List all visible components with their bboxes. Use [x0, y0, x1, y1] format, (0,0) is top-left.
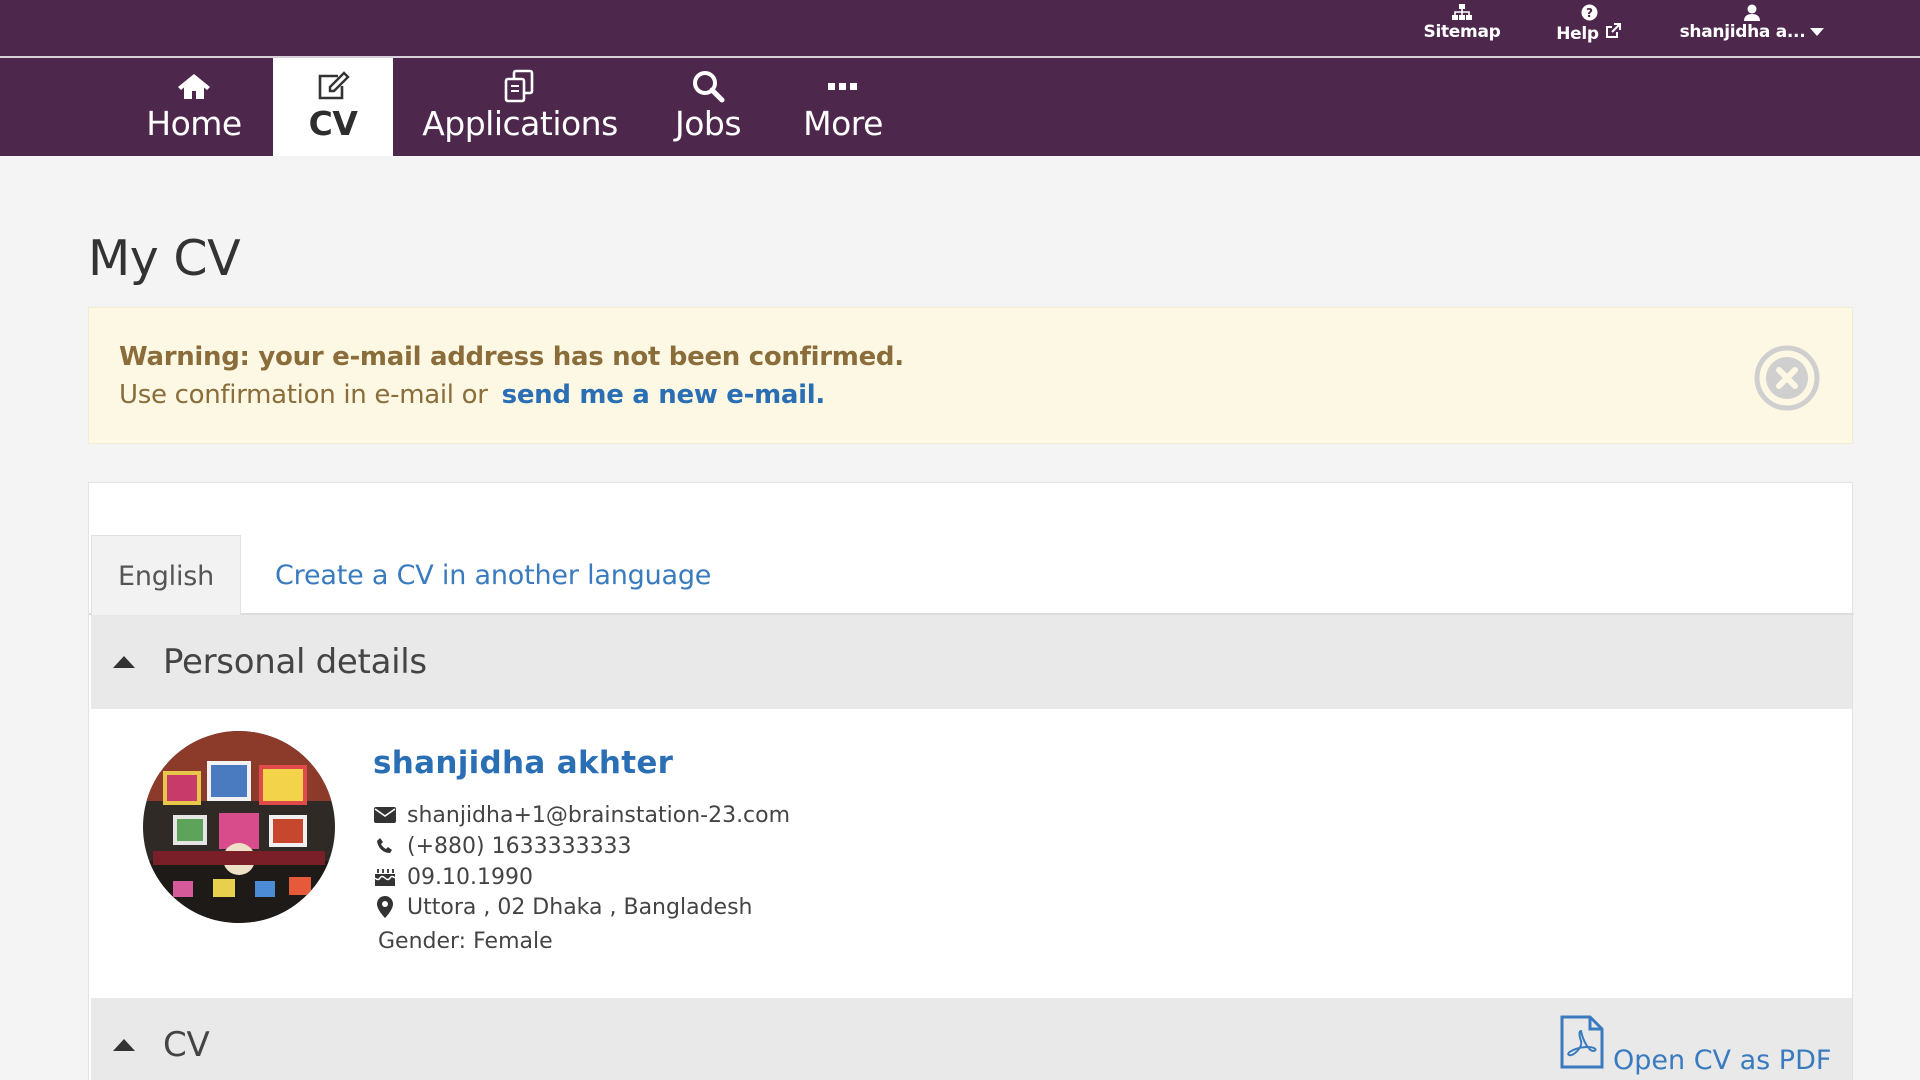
- nav-home[interactable]: Home: [130, 58, 258, 156]
- language-tabs: English Create a CV in another language: [89, 535, 1854, 617]
- avatar: [143, 731, 335, 923]
- edit-icon: [316, 68, 350, 104]
- warning-text: Use confirmation in e-mail or: [119, 380, 488, 410]
- send-new-email-link[interactable]: send me a new e-mail.: [502, 380, 826, 410]
- create-cv-other-language-link[interactable]: Create a CV in another language: [275, 535, 711, 615]
- caret-up-icon: [111, 1037, 137, 1053]
- phone-icon: [373, 837, 397, 855]
- main-navigation: Home CV Applications Jobs More: [0, 58, 1920, 156]
- nav-home-label: Home: [146, 104, 242, 143]
- home-icon: [177, 68, 211, 104]
- nav-applications[interactable]: Applications: [406, 58, 634, 156]
- nav-more-label: More: [803, 104, 883, 143]
- sitemap-icon: [1452, 2, 1472, 22]
- sitemap-link[interactable]: Sitemap: [1422, 0, 1502, 56]
- tab-english[interactable]: English: [91, 535, 241, 617]
- applications-icon: [502, 68, 538, 104]
- cv-section-title: CV: [163, 1025, 210, 1065]
- envelope-icon: [373, 807, 397, 823]
- gender-value: Gender: Female: [378, 929, 553, 954]
- cv-card: English Create a CV in another language …: [88, 482, 1854, 1080]
- open-cv-pdf-link[interactable]: Open CV as PDF: [1559, 1015, 1831, 1076]
- email-row: shanjidha+1@brainstation-23.com: [373, 801, 790, 829]
- email-value: shanjidha+1@brainstation-23.com: [407, 802, 791, 828]
- page-title: My CV: [88, 230, 241, 287]
- user-icon: [1744, 2, 1760, 22]
- address-value: Uttora , 02 Dhaka , Bangladesh: [407, 894, 753, 920]
- nav-jobs-label: Jobs: [674, 104, 742, 143]
- more-icon: [828, 68, 858, 104]
- user-menu[interactable]: shanjidha a...: [1672, 0, 1832, 56]
- birthdate-row: 09.10.1990: [373, 863, 533, 891]
- utility-bar: Sitemap ? Help shanjidha a...: [0, 0, 1920, 58]
- nav-applications-label: Applications: [422, 104, 618, 143]
- birthdate-value: 09.10.1990: [407, 864, 533, 890]
- user-name-label: shanjidha a...: [1679, 22, 1806, 42]
- birthday-cake-icon: [373, 867, 397, 887]
- help-link[interactable]: ? Help: [1548, 0, 1630, 56]
- personal-details-title: Personal details: [163, 642, 427, 682]
- address-row: Uttora , 02 Dhaka , Bangladesh: [373, 893, 752, 921]
- close-circle-icon[interactable]: [1753, 344, 1821, 412]
- nav-more[interactable]: More: [786, 58, 900, 156]
- help-label: Help: [1556, 23, 1599, 44]
- phone-value: (+880) 1633333333: [407, 833, 632, 859]
- nav-jobs[interactable]: Jobs: [660, 58, 756, 156]
- nav-cv-label: CV: [308, 104, 358, 143]
- open-cv-pdf-label: Open CV as PDF: [1613, 1045, 1832, 1076]
- map-marker-icon: [373, 896, 397, 918]
- email-warning-alert: Warning: your e-mail address has not bee…: [88, 307, 1853, 444]
- caret-up-icon: [111, 654, 137, 670]
- warning-title: Warning: your e-mail address has not bee…: [119, 342, 904, 372]
- caret-down-icon: [1810, 22, 1825, 42]
- sitemap-label: Sitemap: [1423, 22, 1501, 42]
- nav-cv[interactable]: CV: [273, 58, 393, 156]
- phone-row: (+880) 1633333333: [373, 832, 632, 860]
- search-icon: [691, 68, 725, 104]
- help-icon: ?: [1581, 2, 1598, 22]
- person-name[interactable]: shanjidha akhter: [373, 745, 673, 781]
- svg-text:?: ?: [1586, 6, 1593, 20]
- external-link-icon: [1604, 22, 1622, 45]
- personal-details-header[interactable]: Personal details: [91, 615, 1852, 709]
- pdf-file-icon: [1559, 1015, 1605, 1076]
